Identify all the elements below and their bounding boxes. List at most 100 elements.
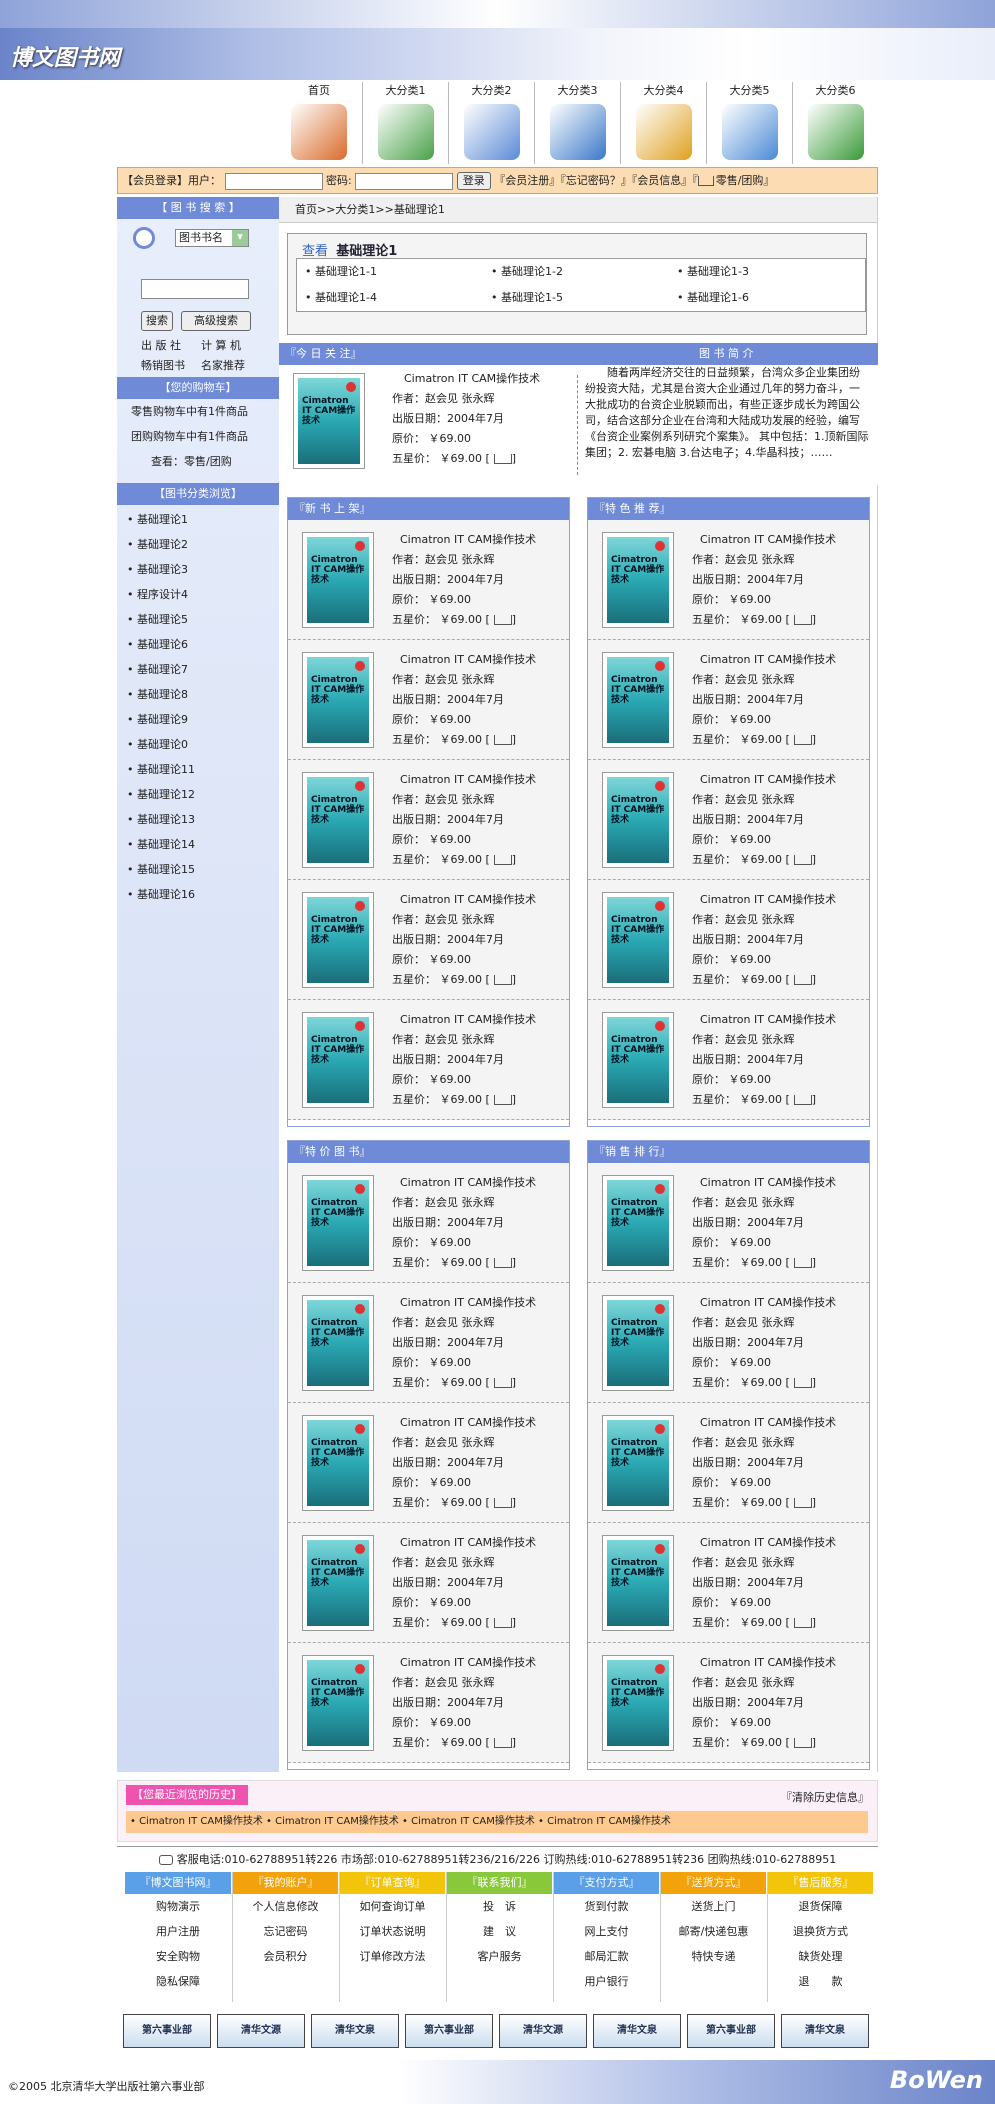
cart-icon[interactable] [493, 1258, 512, 1268]
footer-link[interactable]: 网上支付 [554, 1919, 659, 1944]
site-logo[interactable]: 博文图书网 [10, 40, 120, 72]
cart-icon[interactable] [493, 855, 512, 865]
nav-item-0[interactable]: 首页 [276, 82, 362, 164]
nav-item-6[interactable]: 大分类6 [792, 82, 878, 164]
cart-icon[interactable] [493, 1095, 512, 1105]
cart-icon[interactable] [493, 1498, 512, 1508]
cart-icon[interactable] [793, 1738, 812, 1748]
subcategory-link[interactable]: • 基础理论1-6 [677, 289, 749, 305]
cart-icon[interactable] [793, 1258, 812, 1268]
book-cover[interactable]: Cimatron IT CAM操作技术 [302, 1175, 374, 1271]
category-item[interactable]: • 程序设计4 [117, 582, 279, 607]
subcategory-link[interactable]: • 基础理论1-3 [677, 263, 749, 279]
username-input[interactable] [224, 172, 323, 190]
book-title[interactable]: Cimatron IT CAM操作技术 [692, 890, 836, 910]
category-item[interactable]: • 基础理论9 [117, 707, 279, 732]
book-cover[interactable]: Cimatron IT CAM操作技术 [302, 532, 374, 628]
cart-icon[interactable] [493, 1378, 512, 1388]
book-cover[interactable]: Cimatron IT CAM操作技术 [302, 1295, 374, 1391]
nav-item-3[interactable]: 大分类3 [534, 82, 620, 164]
cart-link[interactable]: 零售/团购』 [716, 174, 775, 187]
cart-icon[interactable] [793, 1498, 812, 1508]
nav-item-1[interactable]: 大分类1 [362, 82, 448, 164]
category-select[interactable]: 图书书名 ▾ [175, 229, 249, 247]
footer-link[interactable]: 订单修改方法 [340, 1944, 445, 1969]
sponsor-logo[interactable]: 清华文泉 [593, 2014, 681, 2048]
footer-link[interactable]: 退换货方式 [768, 1919, 873, 1944]
book-title[interactable]: Cimatron IT CAM操作技术 [692, 1533, 836, 1553]
quick-bestseller[interactable]: 畅销图书 [141, 357, 185, 373]
sponsor-logo[interactable]: 第六事业部 [123, 2014, 211, 2048]
quick-publisher[interactable]: 出 版 社 [141, 337, 181, 353]
book-cover[interactable]: Cimatron IT CAM操作技术 [602, 1535, 674, 1631]
category-item[interactable]: • 基础理论11 [117, 757, 279, 782]
book-title[interactable]: Cimatron IT CAM操作技术 [692, 530, 836, 550]
book-title[interactable]: Cimatron IT CAM操作技术 [692, 1413, 836, 1433]
search-button[interactable]: 搜索 [141, 311, 173, 331]
category-item[interactable]: • 基础理论1 [117, 507, 279, 532]
subcategory-link[interactable]: • 基础理论1-2 [491, 263, 563, 279]
book-title[interactable]: Cimatron IT CAM操作技术 [392, 1653, 536, 1673]
category-item[interactable]: • 基础理论5 [117, 607, 279, 632]
book-cover[interactable]: Cimatron IT CAM操作技术 [602, 532, 674, 628]
book-title[interactable]: Cimatron IT CAM操作技术 [692, 1653, 836, 1673]
cart-icon[interactable] [493, 615, 512, 625]
footer-link[interactable]: 隐私保障 [125, 1969, 231, 1994]
footer-link[interactable]: 特快专递 [661, 1944, 766, 1969]
book-title[interactable]: Cimatron IT CAM操作技术 [392, 650, 536, 670]
sponsor-logo[interactable]: 清华文源 [499, 2014, 587, 2048]
login-button[interactable]: 登录 [456, 172, 491, 190]
quick-computer[interactable]: 计 算 机 [201, 337, 241, 353]
footer-link[interactable]: 退 款 [768, 1969, 873, 1994]
book-cover[interactable]: Cimatron IT CAM操作技术 [302, 1012, 374, 1108]
nav-item-2[interactable]: 大分类2 [448, 82, 534, 164]
sponsor-logo[interactable]: 清华文泉 [311, 2014, 399, 2048]
footer-link[interactable]: 安全购物 [125, 1944, 231, 1969]
category-item[interactable]: • 基础理论7 [117, 657, 279, 682]
footer-link[interactable]: 客户服务 [447, 1944, 552, 1969]
sponsor-logo[interactable]: 第六事业部 [687, 2014, 775, 2048]
category-item[interactable]: • 基础理论12 [117, 782, 279, 807]
book-title[interactable]: Cimatron IT CAM操作技术 [392, 770, 536, 790]
book-cover[interactable]: Cimatron IT CAM操作技术 [302, 1655, 374, 1751]
book-cover[interactable]: Cimatron IT CAM操作技术 [602, 1295, 674, 1391]
category-item[interactable]: • 基础理论2 [117, 532, 279, 557]
footer-link[interactable]: 送货上门 [661, 1894, 766, 1919]
cart-icon[interactable] [793, 1378, 812, 1388]
footer-link[interactable]: 购物演示 [125, 1894, 231, 1919]
member-links[interactable]: 『会员注册』『忘记密码？』『会员信息』『 [494, 174, 698, 187]
sponsor-logo[interactable]: 第六事业部 [405, 2014, 493, 2048]
book-title[interactable]: Cimatron IT CAM操作技术 [692, 1010, 836, 1030]
cart-icon[interactable] [793, 975, 812, 985]
book-cover[interactable]: Cimatron IT CAM操作技术 [602, 1415, 674, 1511]
category-item[interactable]: • 基础理论16 [117, 882, 279, 907]
book-title[interactable]: Cimatron IT CAM操作技术 [392, 530, 536, 550]
category-item[interactable]: • 基础理论8 [117, 682, 279, 707]
book-cover[interactable]: Cimatron IT CAM操作技术 [302, 772, 374, 868]
cart-icon[interactable] [493, 1618, 512, 1628]
footer-link[interactable]: 缺货处理 [768, 1944, 873, 1969]
subcategory-link[interactable]: • 基础理论1-1 [305, 263, 377, 279]
book-title[interactable]: Cimatron IT CAM操作技术 [392, 1173, 536, 1193]
book-cover[interactable]: Cimatron IT CAM操作技术 [302, 892, 374, 988]
quick-famous[interactable]: 名家推荐 [201, 357, 245, 373]
footer-link[interactable]: 邮寄/快递包惠 [661, 1919, 766, 1944]
book-cover[interactable]: Cimatron IT CAM操作技术 [602, 772, 674, 868]
footer-link[interactable]: 忘记密码 [233, 1919, 338, 1944]
cart-icon[interactable] [793, 1095, 812, 1105]
category-item[interactable]: • 基础理论15 [117, 857, 279, 882]
book-cover[interactable]: Cimatron IT CAM操作技术 [602, 1655, 674, 1751]
nav-item-4[interactable]: 大分类4 [620, 82, 706, 164]
subcategory-link[interactable]: • 基础理论1-4 [305, 289, 377, 305]
sponsor-logo[interactable]: 清华文源 [217, 2014, 305, 2048]
category-item[interactable]: • 基础理论13 [117, 807, 279, 832]
cart-icon[interactable] [793, 1618, 812, 1628]
footer-link[interactable]: 货到付款 [554, 1894, 659, 1919]
book-title[interactable]: Cimatron IT CAM操作技术 [392, 890, 536, 910]
book-title[interactable]: Cimatron IT CAM操作技术 [392, 1533, 536, 1553]
cart-icon[interactable] [493, 975, 512, 985]
book-cover[interactable]: Cimatron IT CAM操作技术 [602, 1175, 674, 1271]
book-title[interactable]: Cimatron IT CAM操作技术 [692, 1173, 836, 1193]
book-title[interactable]: Cimatron IT CAM操作技术 [692, 1293, 836, 1313]
book-title[interactable]: Cimatron IT CAM操作技术 [692, 770, 836, 790]
